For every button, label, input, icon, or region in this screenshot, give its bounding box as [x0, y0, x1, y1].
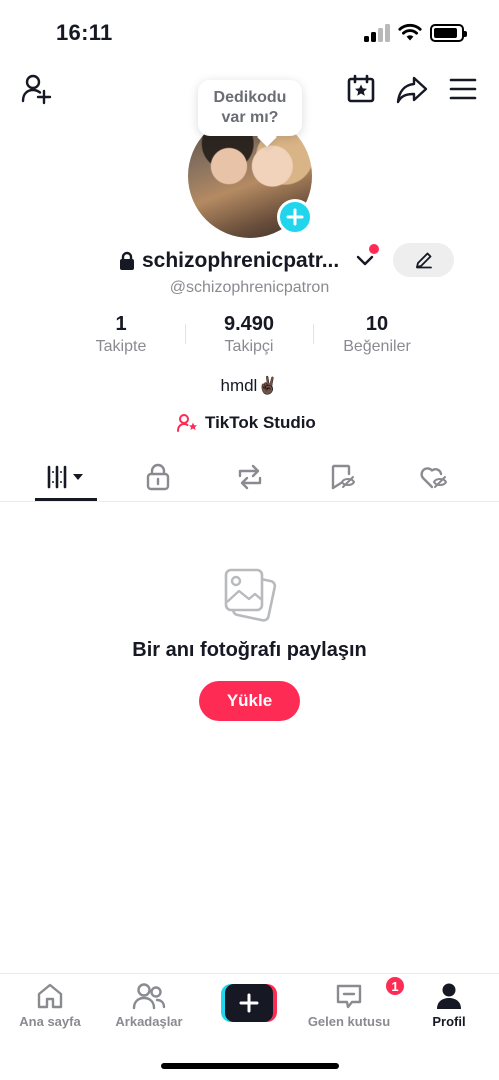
wifi-icon	[398, 23, 422, 41]
status-bar: 16:11	[0, 0, 499, 64]
tab-reposts[interactable]	[228, 454, 272, 500]
battery-icon	[430, 24, 467, 42]
tooltip-line-2: var mı?	[221, 109, 279, 126]
nav-home[interactable]: Ana sayfa	[5, 980, 95, 1029]
home-icon	[37, 983, 63, 1009]
friends-icon	[132, 983, 166, 1010]
tiktok-studio-label: TikTok Studio	[205, 413, 316, 432]
add-user-icon	[21, 74, 52, 105]
nav-friends[interactable]: Arkadaşlar	[104, 980, 194, 1029]
tab-videos[interactable]	[35, 454, 97, 500]
profile-tabs	[0, 454, 499, 502]
cellular-signal-icon	[364, 24, 392, 42]
inbox-badge: 1	[384, 975, 406, 997]
status-time: 16:11	[56, 20, 113, 45]
followers-stat[interactable]: 9.490 Takipçi	[189, 313, 309, 356]
create-button[interactable]	[221, 984, 277, 1022]
nav-inbox-label: Gelen kutusu	[307, 1014, 391, 1029]
plus-icon	[239, 993, 259, 1013]
nav-home-label: Ana sayfa	[19, 1014, 81, 1029]
nav-friends-label: Arkadaşlar	[115, 1014, 183, 1029]
tab-favorites[interactable]	[320, 454, 364, 500]
creator-star-icon	[177, 414, 197, 432]
private-lock-icon	[120, 251, 134, 270]
following-label: Takipte	[95, 338, 147, 355]
tab-private[interactable]	[136, 454, 180, 500]
empty-state-title: Bir anı fotoğrafı paylaşın	[132, 639, 367, 661]
likes-label: Beğeniler	[343, 338, 411, 355]
stat-divider	[185, 324, 186, 344]
followers-label: Takipçi	[224, 338, 274, 355]
following-count: 1	[115, 313, 127, 335]
profile-stats: 1 Takipte 9.490 Takipçi 10 Beğeniler	[0, 313, 499, 363]
notification-dot	[369, 244, 379, 254]
plus-icon	[286, 208, 304, 226]
liked-hidden-icon	[420, 467, 448, 489]
repost-icon	[238, 464, 262, 490]
share-profile-button[interactable]	[392, 70, 432, 108]
calendar-star-icon	[347, 74, 375, 103]
following-stat[interactable]: 1 Takipte	[61, 313, 181, 356]
lock-icon	[146, 463, 170, 491]
nav-profile[interactable]: Profil	[404, 980, 494, 1029]
profile-screen: 16:11 Dedikodu var mı? schizophrenicpatr…	[0, 0, 499, 1080]
pencil-icon	[415, 252, 432, 269]
edit-profile-button[interactable]	[393, 243, 454, 277]
upload-button[interactable]: Yükle	[199, 681, 300, 721]
likes-stat[interactable]: 10 Beğeniler	[317, 313, 437, 356]
user-handle: @schizophrenicpatron	[169, 279, 330, 296]
hamburger-menu-icon	[449, 78, 477, 100]
username-row[interactable]: schizophrenicpatr...	[118, 246, 339, 276]
stat-divider	[313, 324, 314, 344]
likes-count: 10	[365, 313, 389, 335]
favorites-hidden-icon	[331, 464, 356, 490]
share-arrow-icon	[396, 76, 428, 104]
status-tooltip[interactable]: Dedikodu var mı?	[198, 80, 302, 136]
nav-profile-label: Profil	[432, 1014, 466, 1029]
add-avatar-button[interactable]	[277, 199, 313, 235]
menu-button[interactable]	[444, 70, 482, 108]
followers-count: 9.490	[223, 313, 275, 335]
grid-icon	[47, 465, 83, 489]
profile-bio: hmdl✌🏿	[220, 376, 279, 395]
username: schizophrenicpatr...	[142, 249, 340, 272]
nav-inbox[interactable]: 1 Gelen kutusu	[304, 975, 406, 1029]
photo-stack-icon	[224, 568, 277, 622]
add-friend-button[interactable]	[16, 70, 56, 108]
tiktok-studio-link[interactable]: TikTok Studio	[177, 411, 316, 435]
calendar-button[interactable]	[342, 70, 380, 108]
tooltip-line-1: Dedikodu	[213, 89, 287, 106]
profile-icon	[437, 983, 461, 1009]
tab-liked[interactable]	[412, 454, 456, 500]
inbox-message-icon	[336, 984, 362, 1009]
home-indicator	[161, 1063, 339, 1069]
active-tab-indicator	[35, 498, 97, 501]
